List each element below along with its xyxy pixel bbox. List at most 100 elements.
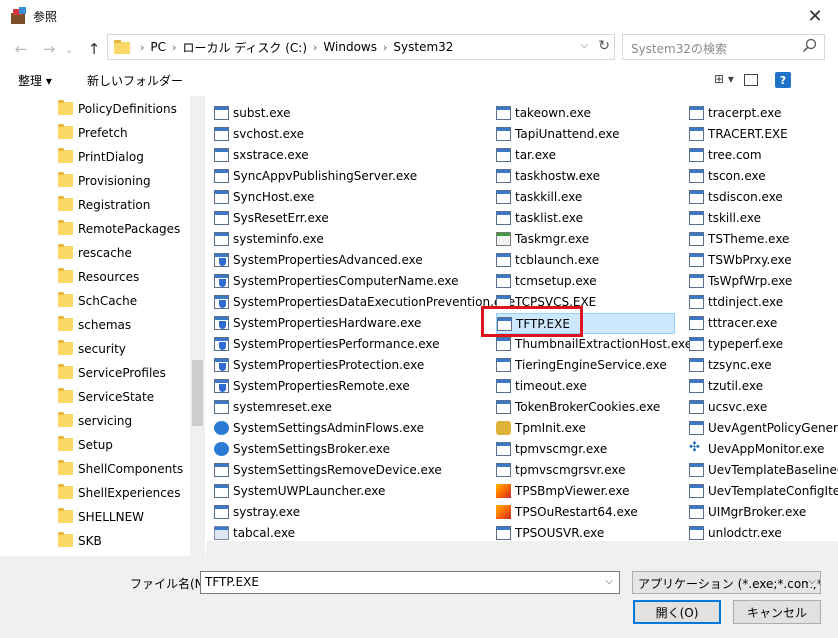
file-item[interactable]: UevTemplateBaselineGenerator.exe [689,460,838,481]
file-item[interactable]: SystemPropertiesComputerName.exe [214,271,486,292]
file-item[interactable]: SystemPropertiesRemote.exe [214,376,486,397]
file-item[interactable]: TPSOuRestart64.exe [496,502,675,523]
search-icon[interactable] [802,38,818,54]
file-list-horizontal-scrollbar[interactable] [206,541,838,556]
nav-folder-item[interactable]: schemas [0,313,190,337]
refresh-icon[interactable]: ↻ [598,38,610,54]
file-item[interactable]: Taskmgr.exe [496,229,675,250]
cancel-button[interactable]: キャンセル [733,600,821,624]
nav-folder-item[interactable]: ServiceProfiles [0,361,190,385]
chevron-right-icon[interactable]: › [172,41,176,54]
file-item[interactable]: tar.exe [496,145,675,166]
file-item[interactable]: ThumbnailExtractionHost.exe [496,334,692,355]
navigation-pane[interactable]: PolicyDefinitions Prefetch PrintDialog Prov… [0,96,205,556]
file-item[interactable]: tzsync.exe [689,355,838,376]
nav-folder-item[interactable]: PolicyDefinitions [0,97,190,121]
file-item[interactable]: TpmInit.exe [496,418,675,439]
file-item[interactable]: SysResetErr.exe [214,208,486,229]
search-placeholder[interactable]: System32の検索 [631,40,727,57]
file-item[interactable]: tcmsetup.exe [496,271,675,292]
file-item[interactable]: sxstrace.exe [214,145,486,166]
file-item[interactable]: SyncAppvPublishingServer.exe [214,166,486,187]
file-item[interactable]: timeout.exe [496,376,675,397]
filename-input[interactable]: TFTP.EXE ⌵ [200,571,620,594]
file-item[interactable]: TPSOUSVR.exe [496,523,675,541]
nav-folder-item[interactable]: RemotePackages [0,217,190,241]
file-item[interactable]: tpmvscmgr.exe [496,439,675,460]
breadcrumb-windows[interactable]: Windows [323,40,377,54]
chevron-right-icon[interactable]: › [383,41,387,54]
breadcrumb-local-disk[interactable]: ローカル ディスク (C:) [182,39,307,56]
file-item[interactable]: TsWpfWrp.exe [689,271,838,292]
file-type-value[interactable]: アプリケーション (*.exe;*.com;*.icd) [638,575,820,592]
view-options-button[interactable]: ⊞ ▾ [714,72,734,86]
address-dropdown-icon[interactable]: ⌵ [580,40,588,51]
file-item[interactable]: tsdiscon.exe [689,187,838,208]
file-item[interactable]: SystemPropertiesProtection.exe [214,355,486,376]
filename-value[interactable]: TFTP.EXE [205,575,259,589]
file-type-filter[interactable]: アプリケーション (*.exe;*.com;*.icd) ⌵ [632,571,821,594]
file-item[interactable]: tttracer.exe [689,313,838,334]
nav-folder-item[interactable]: servicing [0,409,190,433]
file-item[interactable]: ttdinject.exe [689,292,838,313]
file-item[interactable]: tscon.exe [689,166,838,187]
forward-button[interactable]: → [38,38,60,60]
file-item[interactable]: tzutil.exe [689,376,838,397]
close-button[interactable]: ✕ [792,0,838,32]
organize-button[interactable]: 整理 ▾ [18,72,52,89]
nav-folder-item[interactable]: Resources [0,265,190,289]
file-item[interactable]: TSWbPrxy.exe [689,250,838,271]
file-item[interactable]: SystemPropertiesAdvanced.exe [214,250,486,271]
back-button[interactable]: ← [10,38,32,60]
file-item[interactable]: taskhostw.exe [496,166,675,187]
file-item[interactable]: TPSBmpViewer.exe [496,481,675,502]
file-item[interactable]: ucsvc.exe [689,397,838,418]
nav-folder-item[interactable]: Registration [0,193,190,217]
file-item[interactable]: SystemSettingsAdminFlows.exe [214,418,486,439]
nav-folder-item[interactable]: Setup [0,433,190,457]
file-item[interactable]: SystemUWPLauncher.exe [214,481,486,502]
file-item[interactable]: UIMgrBroker.exe [689,502,838,523]
file-item[interactable]: tskill.exe [689,208,838,229]
file-item[interactable]: UevTemplateConfigItemGenerator.exe [689,481,838,502]
file-item[interactable]: tabcal.exe [214,523,486,541]
chevron-right-icon[interactable]: › [313,41,317,54]
breadcrumb-system32[interactable]: System32 [393,40,453,54]
file-item[interactable]: tpmvscmgrsvr.exe [496,460,675,481]
file-item[interactable]: TSTheme.exe [689,229,838,250]
file-item[interactable]: SystemPropertiesPerformance.exe [214,334,486,355]
address-bar[interactable]: › PC › ローカル ディスク (C:) › Windows › System… [107,34,615,60]
file-item[interactable]: tcblaunch.exe [496,250,675,271]
file-item[interactable]: taskkill.exe [496,187,675,208]
file-item[interactable]: SystemPropertiesHardware.exe [214,313,486,334]
file-item[interactable]: UevAgentPolicyGenerator.exe [689,418,838,439]
help-icon[interactable]: ? [775,72,791,88]
file-item[interactable]: tasklist.exe [496,208,675,229]
file-item[interactable]: SystemSettingsRemoveDevice.exe [214,460,486,481]
file-item-selected[interactable]: TFTP.EXE [496,313,675,334]
nav-folder-item[interactable]: SHELLNEW [0,505,190,529]
nav-folder-item[interactable]: rescache [0,241,190,265]
file-item[interactable]: TapiUnattend.exe [496,124,675,145]
file-item[interactable]: TCPSVCS.EXE [496,292,675,313]
file-item[interactable]: TieringEngineService.exe [496,355,675,376]
file-item[interactable]: systray.exe [214,502,486,523]
chevron-down-icon[interactable]: ⌵ [605,576,613,587]
file-item[interactable]: tracerpt.exe [689,103,838,124]
nav-folder-item[interactable]: ShellExperiences [0,481,190,505]
nav-folder-item[interactable]: Prefetch [0,121,190,145]
nav-folder-item[interactable]: PrintDialog [0,145,190,169]
new-folder-button[interactable]: 新しいフォルダー [87,72,183,89]
file-item[interactable]: UevAppMonitor.exe [689,439,838,460]
open-button[interactable]: 開く(O) [633,600,721,624]
recent-locations-button[interactable]: ⌄ [62,38,76,60]
file-item[interactable]: systeminfo.exe [214,229,486,250]
nav-folder-item[interactable]: SchCache [0,289,190,313]
file-item[interactable]: SystemSettingsBroker.exe [214,439,486,460]
scrollbar-thumb[interactable] [192,360,203,426]
file-list[interactable]: subst.exe svchost.exe sxstrace.exe SyncAppv… [206,96,838,541]
file-item[interactable]: typeperf.exe [689,334,838,355]
file-item[interactable]: takeown.exe [496,103,675,124]
navigation-pane-scrollbar[interactable] [190,96,205,556]
nav-folder-item[interactable]: ServiceState [0,385,190,409]
